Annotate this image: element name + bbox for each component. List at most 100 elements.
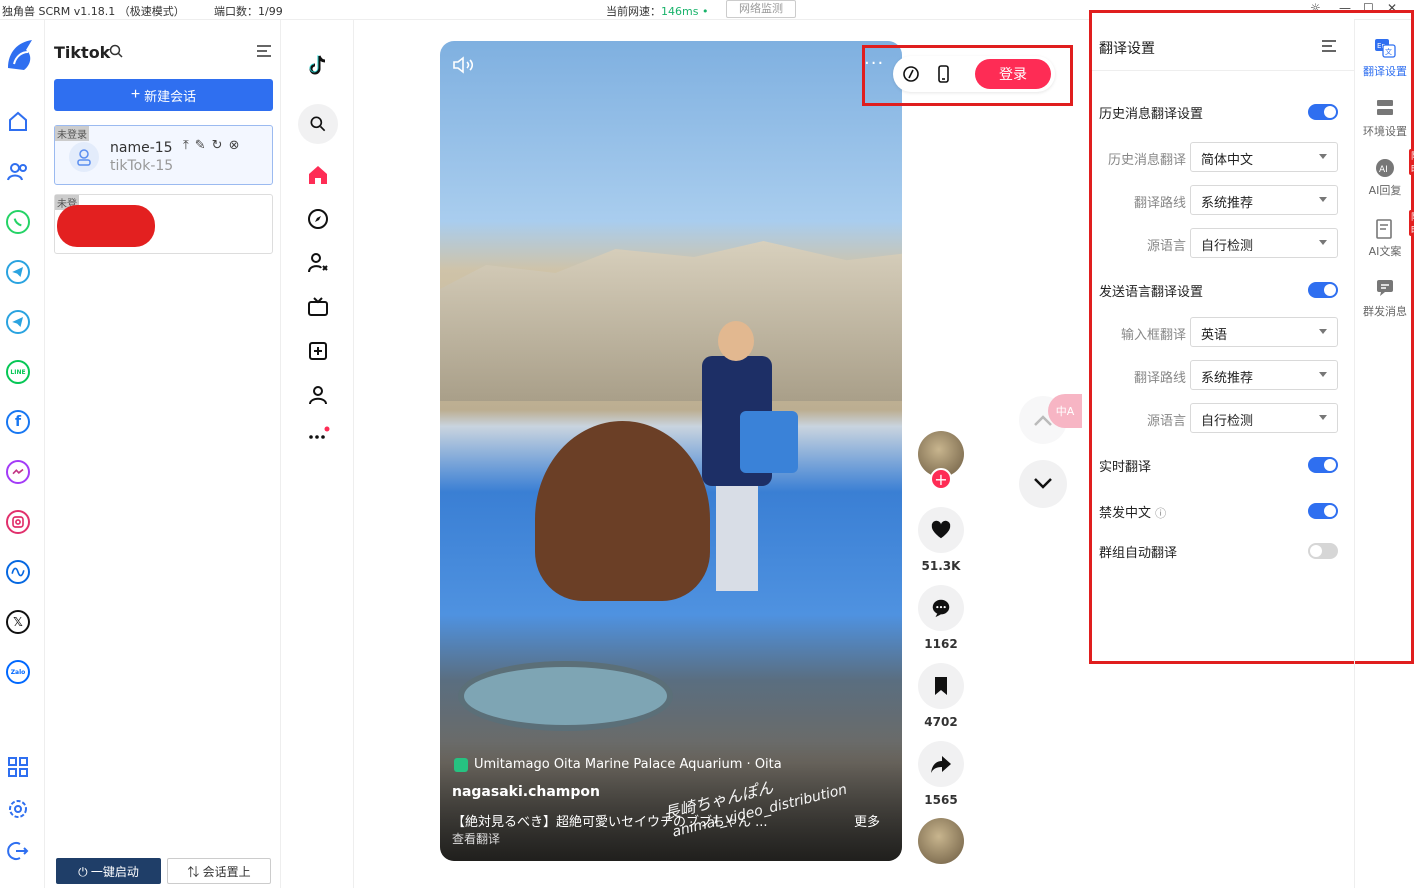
session-card[interactable]: 未登 xyxy=(54,194,273,254)
contacts-icon[interactable] xyxy=(6,160,30,184)
see-translation-link[interactable]: 查看翻译 xyxy=(452,830,500,847)
session-card[interactable]: 未登录 name-15 tikTok-15 ⤒ ✎ ↻ ⊗ xyxy=(54,125,273,185)
facebook-icon[interactable]: f xyxy=(6,410,30,434)
limited-badge: 限时 xyxy=(1409,210,1414,236)
search-icon[interactable] xyxy=(109,44,123,62)
session-name: name-15 xyxy=(110,140,173,156)
network-monitor-button[interactable]: 网络监测 xyxy=(726,0,796,18)
network-speed: 当前网速：146ms • xyxy=(606,3,708,19)
ai-copy-tool[interactable]: 限时 AI文案 xyxy=(1355,210,1414,259)
broadcast-tool[interactable]: 群发消息 xyxy=(1355,278,1414,319)
avatar xyxy=(69,142,99,172)
follow-plus-icon[interactable]: + xyxy=(930,468,952,490)
location-pin-icon xyxy=(454,757,468,772)
music-disc-avatar[interactable] xyxy=(918,818,964,864)
following-icon[interactable] xyxy=(305,250,331,276)
share-action[interactable]: 1565 xyxy=(918,741,964,807)
platform-rail: LINE f 𝕏 Zalo xyxy=(0,20,45,888)
like-action[interactable]: 51.3K xyxy=(918,507,964,573)
comment-icon[interactable] xyxy=(918,585,964,631)
server-icon xyxy=(1374,98,1396,120)
comment-count: 1162 xyxy=(924,637,958,651)
menu-icon[interactable] xyxy=(257,45,271,61)
env-settings-tool[interactable]: 环境设置 xyxy=(1355,98,1414,139)
sound-icon[interactable] xyxy=(452,55,478,79)
redacted-area xyxy=(57,205,155,247)
translate-settings-tool[interactable]: En 文 翻译设置 xyxy=(1355,38,1414,79)
more-dots-icon[interactable] xyxy=(305,422,331,448)
pin-icon[interactable]: ⤒ xyxy=(183,138,189,153)
scene-rocks xyxy=(440,241,902,401)
instagram-icon[interactable] xyxy=(6,510,30,534)
pin-session-button[interactable]: ⇅ 会话置上 xyxy=(167,858,271,884)
next-video-button[interactable] xyxy=(1019,460,1067,508)
unicorn-logo-icon xyxy=(4,38,36,74)
float-translate-icon[interactable]: 中A xyxy=(1048,394,1082,428)
save-action[interactable]: 4702 xyxy=(918,663,964,729)
tiktok-nav xyxy=(282,20,354,888)
video-player[interactable]: ··· Umitamago Oita Marine Palace Aquariu… xyxy=(440,41,902,861)
svg-text:文: 文 xyxy=(1385,47,1392,56)
telegram-alt-icon[interactable] xyxy=(6,310,30,334)
share-count: 1565 xyxy=(924,793,958,807)
translate-settings-label: 翻译设置 xyxy=(1363,65,1407,78)
app-title: 独角兽 SCRM v1.18.1 （极速模式） xyxy=(2,5,185,18)
line-icon[interactable]: LINE xyxy=(6,360,30,384)
messenger-icon[interactable] xyxy=(6,460,30,484)
ai-reply-label: AI回复 xyxy=(1368,184,1402,197)
explore-compass-icon[interactable] xyxy=(305,206,331,232)
logout-icon[interactable] xyxy=(6,839,30,863)
edit-icon[interactable]: ✎ xyxy=(195,138,206,153)
session-sub: tikTok-15 xyxy=(110,158,174,174)
speed-value: 146ms xyxy=(661,5,699,18)
heart-icon[interactable] xyxy=(918,507,964,553)
platform-title: Tiktok xyxy=(54,43,111,62)
author-name[interactable]: nagasaki.champon xyxy=(452,784,600,800)
power-icon: ⏻ xyxy=(78,864,91,879)
speed-dot: • xyxy=(698,5,709,18)
sort-icon: ⇅ xyxy=(187,864,203,879)
session-panel: Tiktok + 新建会话 未登录 name-15 tikTok-15 ⤒ ✎ … xyxy=(45,20,281,888)
plus-icon: + xyxy=(130,86,141,103)
home-icon[interactable] xyxy=(305,162,331,188)
port-count: 端口数：1/99 xyxy=(214,5,283,18)
x-icon[interactable]: 𝕏 xyxy=(6,610,30,634)
limited-badge: 限时 xyxy=(1409,149,1414,175)
home-icon[interactable] xyxy=(6,110,30,134)
session-actions: ⤒ ✎ ↻ ⊗ xyxy=(183,138,239,153)
zalo-icon[interactable]: Zalo xyxy=(6,660,30,684)
ai-reply-icon: AI 限时 xyxy=(1374,149,1414,179)
refresh-icon[interactable]: ↻ xyxy=(212,138,223,153)
whatsapp-icon[interactable] xyxy=(6,210,30,234)
location-text: Umitamago Oita Marine Palace Aquarium · … xyxy=(474,757,782,772)
more-link[interactable]: 更多 xyxy=(854,811,880,830)
meta-icon[interactable] xyxy=(6,560,30,584)
share-icon[interactable] xyxy=(918,741,964,787)
new-session-label: 新建会话 xyxy=(144,88,197,104)
broadcast-message-icon xyxy=(1374,278,1396,300)
pin-session-label: 会话置上 xyxy=(202,864,251,879)
tiktok-logo-icon[interactable] xyxy=(305,52,331,78)
telegram-icon[interactable] xyxy=(6,260,30,284)
new-session-button[interactable]: + 新建会话 xyxy=(54,79,273,111)
apps-grid-icon[interactable] xyxy=(6,755,30,779)
comment-action[interactable]: 1162 xyxy=(918,585,964,651)
settings-icon[interactable] xyxy=(6,797,30,821)
location-tag[interactable]: Umitamago Oita Marine Palace Aquarium · … xyxy=(454,757,782,772)
ai-reply-tool[interactable]: AI 限时 AI回复 xyxy=(1355,149,1414,198)
bookmark-icon[interactable] xyxy=(918,663,964,709)
broadcast-label: 群发消息 xyxy=(1363,305,1407,318)
upload-icon[interactable] xyxy=(305,338,331,364)
one-click-start-label: 一键启动 xyxy=(90,864,139,879)
ai-copy-label: AI文案 xyxy=(1368,245,1402,258)
login-status-tag: 未登录 xyxy=(55,126,89,141)
highlight-box-login xyxy=(862,45,1073,106)
scene-bucket xyxy=(740,411,798,473)
one-click-start-button[interactable]: ⏻ 一键启动 xyxy=(56,858,161,884)
live-tv-icon[interactable] xyxy=(305,294,331,320)
profile-icon[interactable] xyxy=(305,382,331,408)
search-icon[interactable] xyxy=(298,104,338,144)
close-session-icon[interactable]: ⊗ xyxy=(229,138,240,153)
speed-label: 当前网速： xyxy=(606,5,661,18)
scene-drain xyxy=(458,661,673,731)
